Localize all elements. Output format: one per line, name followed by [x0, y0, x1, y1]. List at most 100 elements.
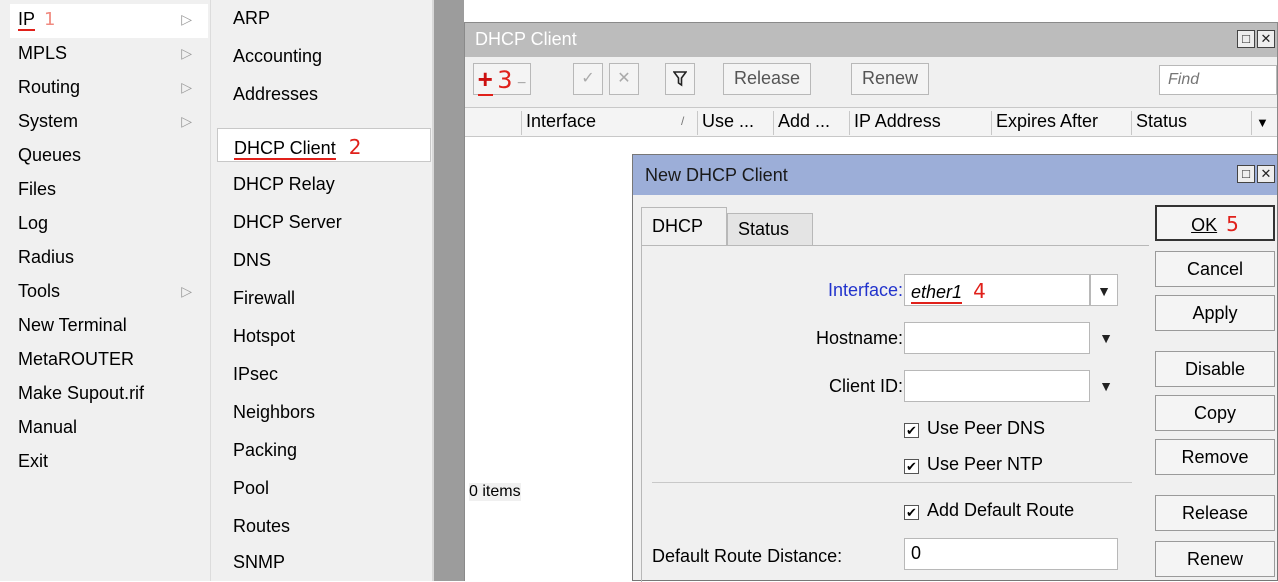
column-header-use-peer-dns[interactable]: Use ... [697, 111, 773, 135]
column-header-status[interactable]: Status [1131, 111, 1251, 135]
add-button[interactable]: + 3 − [473, 63, 531, 95]
cross-icon: ✕ [617, 70, 631, 87]
copy-button[interactable]: Copy [1155, 395, 1275, 431]
main-menu-item-system[interactable]: System ▷ [10, 106, 208, 140]
submenu-item-label: Pool [233, 478, 270, 498]
submenu-item-label: DNS [233, 250, 272, 270]
remove-button[interactable]: Remove [1155, 439, 1275, 475]
main-menu-item-metarouter[interactable]: MetaROUTER [10, 344, 208, 378]
submenu-item-dhcp-client[interactable]: DHCP Client 2 [217, 128, 431, 162]
maximize-icon[interactable]: □ [1237, 165, 1255, 183]
tab-dhcp[interactable]: DHCP [641, 207, 727, 245]
renew-button[interactable]: Renew [851, 63, 930, 95]
close-icon[interactable]: ✕ [1257, 165, 1275, 183]
main-menu-item-manual[interactable]: Manual [10, 412, 208, 446]
hostname-field[interactable] [904, 322, 1090, 354]
main-menu-item-queues[interactable]: Queues [10, 140, 208, 174]
release-button[interactable]: Release [1155, 495, 1275, 531]
maximize-icon[interactable]: □ [1237, 30, 1255, 48]
submenu-item-label: Neighbors [233, 402, 316, 422]
default-route-distance-field[interactable]: 0 [904, 538, 1118, 570]
submenu-item-routes[interactable]: Routes [217, 510, 431, 544]
submenu-item-firewall[interactable]: Firewall [217, 282, 431, 316]
dhcp-client-titlebar[interactable]: DHCP Client □ ✕ [465, 23, 1277, 57]
submenu-item-arp[interactable]: ARP [217, 2, 431, 36]
dialog-titlebar[interactable]: New DHCP Client □ ✕ [633, 155, 1277, 195]
column-menu-icon[interactable]: ▼ [1251, 111, 1277, 135]
tab-status[interactable]: Status [727, 213, 813, 245]
dhcp-tab-panel: Interface: ether1 4 ▼ Hostname: ▼ Client… [641, 245, 1149, 582]
cancel-button[interactable]: Cancel [1155, 251, 1275, 287]
submenu-item-accounting[interactable]: Accounting [217, 40, 431, 74]
disable-button[interactable]: ✕ [609, 63, 639, 95]
main-menu-item-exit[interactable]: Exit [10, 446, 208, 480]
submenu-arrow-icon: ▷ [181, 45, 192, 61]
submenu-item-packing[interactable]: Packing [217, 434, 431, 468]
release-button[interactable]: Release [723, 63, 812, 95]
main-menu-item-mpls[interactable]: MPLS ▷ [10, 38, 208, 72]
submenu-arrow-icon: ▷ [181, 11, 192, 27]
ok-button[interactable]: OK 5 [1155, 205, 1275, 241]
main-menu-item-ip[interactable]: IP 1 ▷ [10, 4, 208, 38]
annotation-number: 1 [44, 9, 56, 30]
renew-button[interactable]: Renew [1155, 541, 1275, 577]
column-header-expires-after[interactable]: Expires After [991, 111, 1131, 135]
submenu-item-label: ARP [233, 8, 271, 28]
submenu-item-neighbors[interactable]: Neighbors [217, 396, 431, 430]
use-peer-ntp-checkbox[interactable]: ✔ Use Peer NTP [904, 454, 1043, 475]
apply-button[interactable]: Apply [1155, 295, 1275, 331]
interface-dropdown-icon[interactable]: ▼ [1090, 274, 1118, 306]
submenu-item-dhcp-relay[interactable]: DHCP Relay [217, 168, 431, 202]
checkbox-checked-icon: ✔ [904, 505, 919, 520]
submenu-arrow-icon: ▷ [181, 79, 192, 95]
submenu-item-hotspot[interactable]: Hotspot [217, 320, 431, 354]
submenu-item-dhcp-server[interactable]: DHCP Server [217, 206, 431, 240]
column-header-ip-address[interactable]: IP Address [849, 111, 991, 135]
main-menu-item-label: System [18, 111, 79, 131]
submenu-item-label: IPsec [233, 364, 279, 384]
submenu-item-label: Packing [233, 440, 298, 460]
close-icon[interactable]: ✕ [1257, 30, 1275, 48]
main-menu-item-label: Queues [18, 145, 82, 165]
filter-button[interactable] [665, 63, 695, 95]
submenu-item-ipsec[interactable]: IPsec [217, 358, 431, 392]
submenu-item-dns[interactable]: DNS [217, 244, 431, 278]
annotation-number: 5 [1226, 212, 1239, 236]
main-menu-item-label: Log [18, 213, 49, 233]
main-menu-item-log[interactable]: Log [10, 208, 208, 242]
column-header-add-default-route[interactable]: Add ... [773, 111, 849, 135]
client-id-dropdown-icon[interactable]: ▼ [1092, 370, 1120, 402]
interface-field[interactable]: ether1 4 [904, 274, 1090, 306]
main-menu-item-label: Radius [18, 247, 75, 267]
hostname-label: Hostname: [815, 328, 903, 348]
main-menu-item-radius[interactable]: Radius [10, 242, 208, 276]
main-menu-item-tools[interactable]: Tools ▷ [10, 276, 208, 310]
pane-separator[interactable] [432, 0, 464, 581]
items-count: 0 items [469, 483, 521, 501]
main-menu-item-label: MetaROUTER [18, 349, 135, 369]
submenu-item-label: Accounting [233, 46, 323, 66]
ok-button-label: OK [1191, 215, 1218, 235]
checkbox-label: Use Peer NTP [927, 454, 1044, 474]
submenu-item-addresses[interactable]: Addresses [217, 78, 431, 112]
add-default-route-checkbox[interactable]: ✔ Add Default Route [904, 500, 1074, 521]
checkbox-label: Add Default Route [927, 500, 1075, 520]
main-menu-item-new-terminal[interactable]: New Terminal [10, 310, 208, 344]
use-peer-dns-checkbox[interactable]: ✔ Use Peer DNS [904, 418, 1045, 439]
submenu-item-snmp[interactable]: SNMP [217, 546, 431, 580]
main-menu-item-label: Manual [18, 417, 78, 437]
main-menu-item-label: New Terminal [18, 315, 127, 335]
submenu-item-pool[interactable]: Pool [217, 472, 431, 506]
default-route-distance-label: Default Route Distance: [652, 546, 843, 566]
client-id-field[interactable] [904, 370, 1090, 402]
main-menu-item-files[interactable]: Files [10, 174, 208, 208]
main-menu-item-make-supout[interactable]: Make Supout.rif [10, 378, 208, 412]
column-header-interface[interactable]: Interface [521, 111, 701, 135]
find-input[interactable] [1159, 65, 1277, 95]
enable-button[interactable]: ✓ [573, 63, 603, 95]
checkbox-checked-icon: ✔ [904, 423, 919, 438]
disable-button[interactable]: Disable [1155, 351, 1275, 387]
hostname-dropdown-icon[interactable]: ▼ [1092, 322, 1120, 354]
dialog-title: New DHCP Client [645, 165, 788, 185]
main-menu-item-routing[interactable]: Routing ▷ [10, 72, 208, 106]
